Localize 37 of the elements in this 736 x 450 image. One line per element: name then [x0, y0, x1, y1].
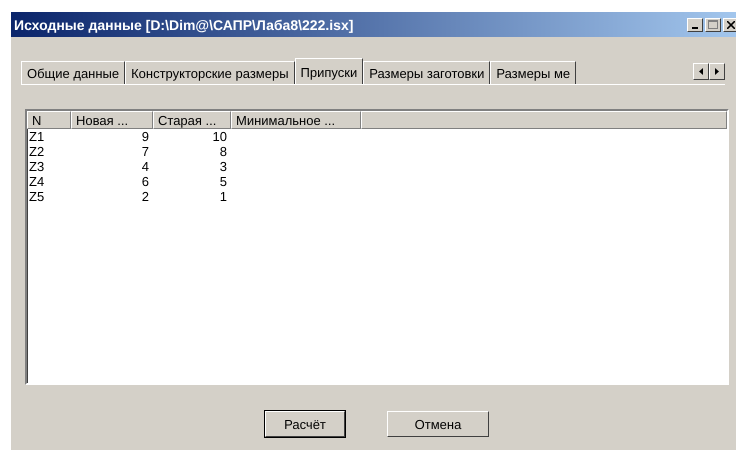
scroll-left-button[interactable] [693, 62, 709, 80]
column-header[interactable]: Минимальное ... [231, 111, 361, 129]
column-header[interactable]: Старая ... [153, 111, 231, 129]
table-cell-text: 2 [140, 189, 150, 204]
table-cell-text: Z4 [28, 174, 46, 189]
scroll-right-button[interactable] [709, 62, 725, 80]
window-title: Исходные данные [D:\Dim@\САПР\Лаба8\222.isx] [14, 16, 354, 32]
table-cell-text: 6 [140, 174, 150, 189]
close-button[interactable] [723, 18, 736, 32]
right-arrow-icon [715, 68, 719, 74]
dialog-button[interactable]: Расчёт [265, 411, 345, 437]
table-cell-text: 7 [140, 144, 150, 159]
table-cell-text: 3 [218, 159, 228, 174]
minimize-button[interactable] [687, 18, 703, 32]
column-header[interactable]: N [27, 111, 71, 129]
table-cell-text: 1 [218, 189, 228, 204]
tab[interactable]: Припуски [294, 58, 364, 84]
minimize-icon [692, 26, 698, 28]
column-header[interactable]: Новая ... [71, 111, 153, 129]
table-cell-text: Z1 [28, 129, 46, 144]
table-cell-text: 10 [212, 129, 228, 144]
tab[interactable]: Размеры заготовки [363, 61, 490, 84]
table-cell-text: 5 [218, 174, 228, 189]
maximize-icon [708, 20, 718, 29]
tab[interactable]: Конструкторские размеры [125, 61, 295, 84]
maximize-button[interactable] [705, 18, 721, 32]
table-cell-text: 4 [140, 159, 150, 174]
tab[interactable]: Размеры ме [490, 61, 576, 84]
table-cell-text: Z5 [28, 189, 46, 204]
table-cell-text: Z3 [28, 159, 46, 174]
close-icon [727, 20, 735, 28]
tab[interactable]: Общие данные [21, 61, 126, 84]
table-cell-text: 9 [140, 129, 150, 144]
left-arrow-icon [699, 68, 703, 74]
table-cell-text: Z2 [28, 144, 46, 159]
table-cell-text: 8 [218, 144, 228, 159]
dialog-button[interactable]: Отмена [387, 411, 489, 437]
